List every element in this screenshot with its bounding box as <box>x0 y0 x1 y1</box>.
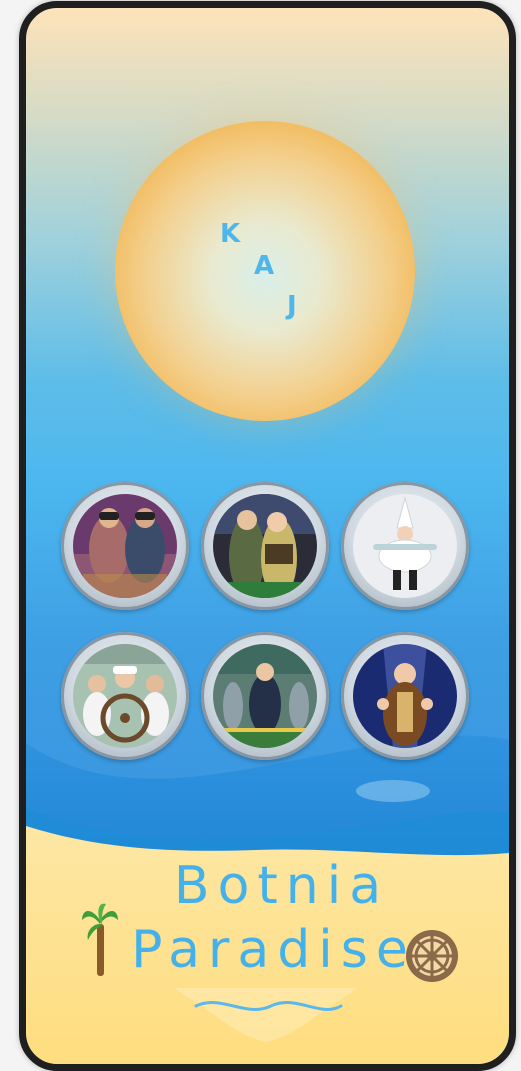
photo-soldiers-jungle <box>213 494 317 598</box>
photo-sailors-wheel <box>73 644 177 748</box>
gallery-thumb-6[interactable] <box>341 632 469 760</box>
gallery-thumb-5[interactable] <box>201 632 329 760</box>
photo-uniform-dance <box>213 644 317 748</box>
photo-spotlight-singer <box>353 644 457 748</box>
ship-wheel-icon[interactable] <box>402 926 462 986</box>
gallery-thumb-3[interactable] <box>341 482 469 610</box>
gallery-thumb-1[interactable] <box>61 482 189 610</box>
palm-tree-icon <box>82 903 118 976</box>
gallery-thumb-2[interactable] <box>201 482 329 610</box>
photo-binoculars-duo <box>73 494 177 598</box>
gallery-thumb-4[interactable] <box>61 632 189 760</box>
phone-frame: K A J Botnia Paradise <box>19 1 516 1071</box>
wave-icon[interactable] <box>166 976 366 1046</box>
photo-cloud-costume <box>353 494 457 598</box>
